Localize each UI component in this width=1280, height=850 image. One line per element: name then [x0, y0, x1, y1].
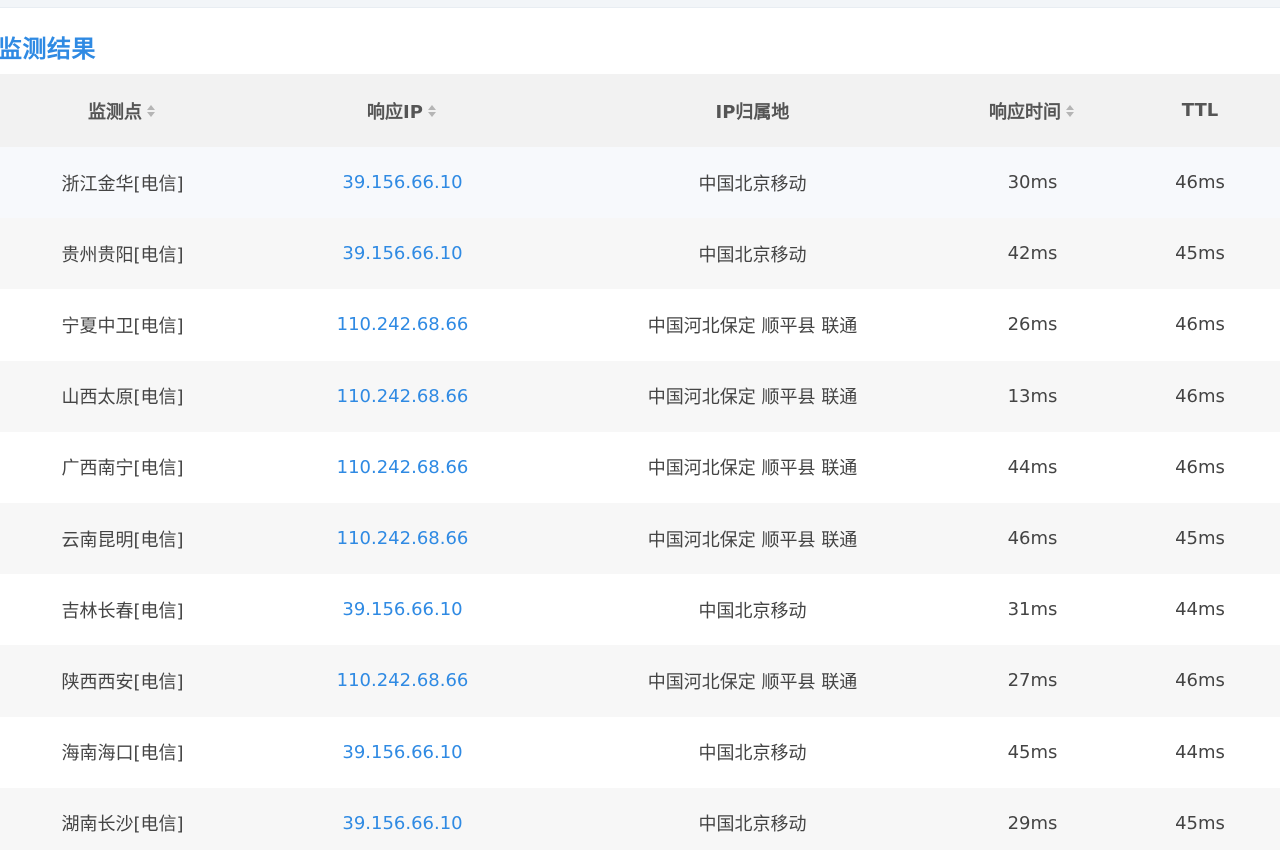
cell-response-ip: 110.242.68.66 — [245, 645, 560, 716]
table-header: 监测点 响应IP IP归属地 响应时间 TTL — [0, 74, 1280, 147]
cell-monitor-node: 浙江金华[电信] — [61, 173, 184, 195]
cell-ip-location: 中国北京移动 — [698, 600, 807, 622]
cell-response-ip: 39.156.66.10 — [245, 218, 560, 289]
cell-ttl: 44ms — [1175, 599, 1225, 621]
ip-link[interactable]: 39.156.66.10 — [342, 243, 462, 264]
table-row: 云南昆明[电信] 110.242.68.66 中国河北保定 顺平县 联通 46ms 45… — [0, 502, 1280, 575]
cell-ip-location: 中国河北保定 顺平县 联通 — [647, 458, 858, 480]
cell-ip-location: 中国北京移动 — [698, 173, 807, 195]
cell-ip-location: 中国北京移动 — [698, 743, 807, 765]
cell-ttl: 45ms — [1175, 243, 1225, 265]
cell-ttl: 46ms — [1175, 385, 1225, 407]
cell-response-time: 42ms — [1007, 243, 1058, 265]
sort-caret-icon[interactable] — [1066, 103, 1076, 119]
cell-monitor-node: 山西太原[电信] — [61, 387, 184, 409]
cell-response-ip: 110.242.68.66 — [245, 503, 560, 574]
cell-ttl: 44ms — [1175, 741, 1225, 763]
top-strip — [0, 0, 1280, 8]
cell-response-ip: 39.156.66.10 — [245, 717, 560, 788]
ip-link[interactable]: 39.156.66.10 — [342, 599, 462, 620]
ip-link[interactable]: 110.242.68.66 — [337, 528, 469, 549]
cell-response-time: 29ms — [1007, 812, 1058, 834]
cell-monitor-node: 广西南宁[电信] — [61, 458, 184, 480]
cell-response-ip: 39.156.66.10 — [245, 147, 560, 218]
section-title: 监测结果 — [0, 35, 96, 63]
cell-monitor-node: 湖南长沙[电信] — [61, 814, 184, 836]
results-table: 监测点 响应IP IP归属地 响应时间 TTL 浙江金华[电信] 39.156.… — [0, 74, 1280, 850]
cell-monitor-node: 陕西西安[电信] — [61, 671, 184, 693]
cell-ip-location: 中国北京移动 — [698, 814, 807, 836]
cell-response-time: 45ms — [1007, 741, 1058, 763]
cell-monitor-node: 吉林长春[电信] — [61, 600, 184, 622]
section-header: 监测结果 — [0, 8, 1280, 74]
sort-caret-icon[interactable] — [147, 103, 157, 119]
column-header-ttl: TTL — [1120, 74, 1280, 147]
table-row: 浙江金华[电信] 39.156.66.10 中国北京移动 30ms 46ms — [0, 147, 1280, 219]
table-row: 宁夏中卫[电信] 110.242.68.66 中国河北保定 顺平县 联通 26ms 46… — [0, 289, 1280, 361]
cell-monitor-node: 海南海口[电信] — [61, 743, 184, 765]
table-row: 吉林长春[电信] 39.156.66.10 中国北京移动 31ms 44ms — [0, 574, 1280, 646]
column-header-label: 监测点 — [88, 101, 142, 123]
table-row: 贵州贵阳[电信] 39.156.66.10 中国北京移动 42ms 45ms — [0, 218, 1280, 290]
cell-ip-location: 中国河北保定 顺平县 联通 — [647, 315, 858, 337]
cell-monitor-node: 贵州贵阳[电信] — [61, 244, 184, 266]
cell-ttl: 46ms — [1175, 670, 1225, 692]
table-row: 广西南宁[电信] 110.242.68.66 中国河北保定 顺平县 联通 44ms 46… — [0, 431, 1280, 503]
cell-response-ip: 110.242.68.66 — [245, 432, 560, 503]
ip-link[interactable]: 39.156.66.10 — [342, 172, 462, 193]
column-header-node[interactable]: 监测点 — [0, 74, 245, 147]
cell-response-ip: 110.242.68.66 — [245, 289, 560, 360]
cell-monitor-node: 云南昆明[电信] — [61, 529, 184, 551]
ip-link[interactable]: 110.242.68.66 — [337, 314, 469, 335]
cell-response-ip: 110.242.68.66 — [245, 361, 560, 432]
ip-link[interactable]: 110.242.68.66 — [337, 457, 469, 478]
cell-ttl: 46ms — [1175, 172, 1225, 194]
cell-response-time: 46ms — [1007, 528, 1058, 550]
cell-response-time: 31ms — [1007, 599, 1058, 621]
column-header-label: TTL — [1181, 100, 1219, 121]
table-row: 陕西西安[电信] 110.242.68.66 中国河北保定 顺平县 联通 27ms 46… — [0, 645, 1280, 717]
sort-caret-icon[interactable] — [427, 103, 438, 119]
cell-response-time: 27ms — [1007, 670, 1058, 692]
column-header-ip[interactable]: 响应IP — [245, 74, 560, 147]
cell-ttl: 45ms — [1175, 528, 1225, 550]
cell-response-ip: 39.156.66.10 — [245, 574, 560, 645]
column-header-label: IP归属地 — [715, 101, 790, 123]
table-row: 山西太原[电信] 110.242.68.66 中国河北保定 顺平县 联通 13ms 46… — [0, 360, 1280, 432]
cell-ip-location: 中国北京移动 — [698, 244, 807, 266]
table-row: 湖南长沙[电信] 39.156.66.10 中国北京移动 29ms 45ms — [0, 787, 1280, 850]
cell-response-time: 44ms — [1007, 456, 1058, 478]
ip-link[interactable]: 39.156.66.10 — [342, 813, 462, 834]
ip-link[interactable]: 110.242.68.66 — [337, 386, 469, 407]
table-row: 海南海口[电信] 39.156.66.10 中国北京移动 45ms 44ms — [0, 716, 1280, 788]
column-header-label: 响应IP — [367, 101, 423, 123]
cell-response-time: 13ms — [1007, 385, 1058, 407]
column-header-label: 响应时间 — [989, 101, 1061, 123]
table-body: 浙江金华[电信] 39.156.66.10 中国北京移动 30ms 46ms 贵州贵阳[电… — [0, 147, 1280, 850]
column-header-time[interactable]: 响应时间 — [945, 74, 1120, 147]
cell-response-ip: 39.156.66.10 — [245, 788, 560, 850]
cell-ttl: 46ms — [1175, 456, 1225, 478]
cell-response-time: 30ms — [1007, 172, 1058, 194]
cell-ttl: 46ms — [1175, 314, 1225, 336]
cell-response-time: 26ms — [1007, 314, 1058, 336]
ip-link[interactable]: 39.156.66.10 — [342, 742, 462, 763]
cell-ip-location: 中国河北保定 顺平县 联通 — [647, 387, 858, 409]
cell-monitor-node: 宁夏中卫[电信] — [61, 315, 184, 337]
cell-ip-location: 中国河北保定 顺平县 联通 — [647, 671, 858, 693]
cell-ip-location: 中国河北保定 顺平县 联通 — [647, 529, 858, 551]
cell-ttl: 45ms — [1175, 812, 1225, 834]
column-header-location: IP归属地 — [560, 74, 945, 147]
ip-link[interactable]: 110.242.68.66 — [337, 670, 469, 691]
